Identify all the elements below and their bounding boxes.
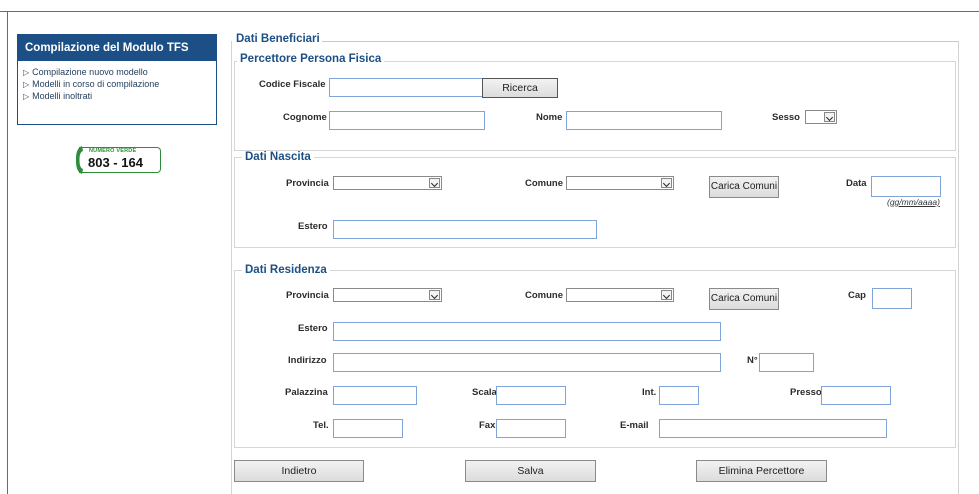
nascita-estero-label: Estero [298, 221, 328, 232]
chevron-down-icon [661, 178, 672, 188]
sidebar-item-label: Modelli inoltrati [32, 91, 93, 101]
sidebar-item-in-corso[interactable]: ▷ Modelli in corso di compilazione [23, 79, 216, 91]
residenza-comune-select[interactable] [566, 288, 674, 302]
residenza-carica-comuni-button[interactable]: Carica Comuni [709, 288, 779, 310]
codice-fiscale-label: Codice Fiscale [259, 79, 326, 90]
chevron-down-icon [429, 178, 440, 188]
cognome-input[interactable] [329, 111, 485, 130]
indirizzo-input[interactable] [333, 353, 721, 372]
presso-input[interactable] [821, 386, 891, 405]
nascita-comune-select[interactable] [566, 176, 674, 190]
percettore-fieldset [234, 61, 956, 151]
fax-input[interactable] [496, 419, 566, 438]
window-top-border [0, 11, 979, 12]
residenza-provincia-label: Provincia [286, 290, 329, 301]
nascita-comune-label: Comune [525, 178, 563, 189]
palazzina-input[interactable] [333, 386, 417, 405]
sesso-select[interactable] [805, 110, 837, 124]
chevron-down-icon [824, 112, 835, 122]
numero-civico-label: N° [747, 355, 758, 366]
triangle-right-icon: ▷ [23, 68, 30, 77]
nascita-provincia-select[interactable] [333, 176, 442, 190]
nome-label: Nome [536, 112, 563, 123]
nascita-legend: Dati Nascita [242, 151, 314, 163]
sidebar-title: Compilazione del Modulo TFS [18, 35, 216, 61]
residenza-provincia-select[interactable] [333, 288, 442, 302]
nascita-estero-input[interactable] [333, 220, 597, 239]
sidebar-list: ▷ Compilazione nuovo modello ▷ Modelli in … [18, 61, 216, 103]
email-label: E-mail [620, 420, 649, 431]
sidebar-item-label: Compilazione nuovo modello [32, 67, 148, 77]
numero-verde-number: 803 - 164 [88, 155, 143, 170]
tel-input[interactable] [333, 419, 403, 438]
residenza-estero-input[interactable] [333, 322, 721, 341]
percettore-legend: Percettore Persona Fisica [237, 53, 385, 65]
cap-input[interactable] [872, 288, 912, 309]
residenza-comune-label: Comune [525, 290, 563, 301]
triangle-right-icon: ▷ [23, 80, 30, 89]
indirizzo-label: Indirizzo [288, 355, 327, 366]
page-title: Dati Beneficiari [236, 33, 320, 45]
nascita-provincia-label: Provincia [286, 178, 329, 189]
chevron-down-icon [661, 290, 672, 300]
codice-fiscale-input[interactable] [329, 78, 483, 97]
numero-verde-label: NUMERO VERDE [89, 148, 137, 154]
sidebar-item-inoltrati[interactable]: ▷ Modelli inoltrati [23, 91, 216, 103]
data-nascita-input[interactable] [871, 176, 941, 197]
fax-label: Fax [479, 420, 496, 431]
sidebar-item-nuovo-modello[interactable]: ▷ Compilazione nuovo modello [23, 67, 216, 79]
main-right-border [958, 41, 959, 494]
presso-label: Presso [790, 387, 822, 398]
chevron-down-icon [429, 290, 440, 300]
scala-label: Scala [472, 387, 497, 398]
window-left-border [7, 11, 8, 494]
cap-label: Cap [848, 290, 866, 301]
nascita-carica-comuni-button[interactable]: Carica Comuni [709, 176, 779, 198]
tel-label: Tel. [313, 420, 329, 431]
salva-button[interactable]: Salva [465, 460, 596, 482]
scala-input[interactable] [496, 386, 566, 405]
main-left-border [231, 41, 232, 494]
sesso-label: Sesso [772, 112, 800, 123]
numero-civico-input[interactable] [759, 353, 814, 372]
indietro-button[interactable]: Indietro [234, 460, 364, 482]
main-title-rule [322, 41, 958, 42]
email-input[interactable] [659, 419, 887, 438]
sidebar-menu: Compilazione del Modulo TFS ▷ Compilazion… [17, 34, 217, 125]
interno-label: Int. [642, 387, 657, 398]
elimina-percettore-button[interactable]: Elimina Percettore [696, 460, 827, 482]
interno-input[interactable] [659, 386, 699, 405]
cognome-label: Cognome [283, 112, 327, 123]
ricerca-button[interactable]: Ricerca [482, 78, 558, 98]
residenza-legend: Dati Residenza [242, 264, 330, 276]
residenza-estero-label: Estero [298, 323, 328, 334]
numero-verde-badge: NUMERO VERDE 803 - 164 [75, 145, 161, 175]
palazzina-label: Palazzina [285, 387, 328, 398]
triangle-right-icon: ▷ [23, 92, 30, 101]
data-label: Data [846, 178, 867, 189]
nome-input[interactable] [566, 111, 722, 130]
data-format-hint: (gg/mm/aaaa) [887, 197, 940, 207]
sidebar-item-label: Modelli in corso di compilazione [32, 79, 160, 89]
